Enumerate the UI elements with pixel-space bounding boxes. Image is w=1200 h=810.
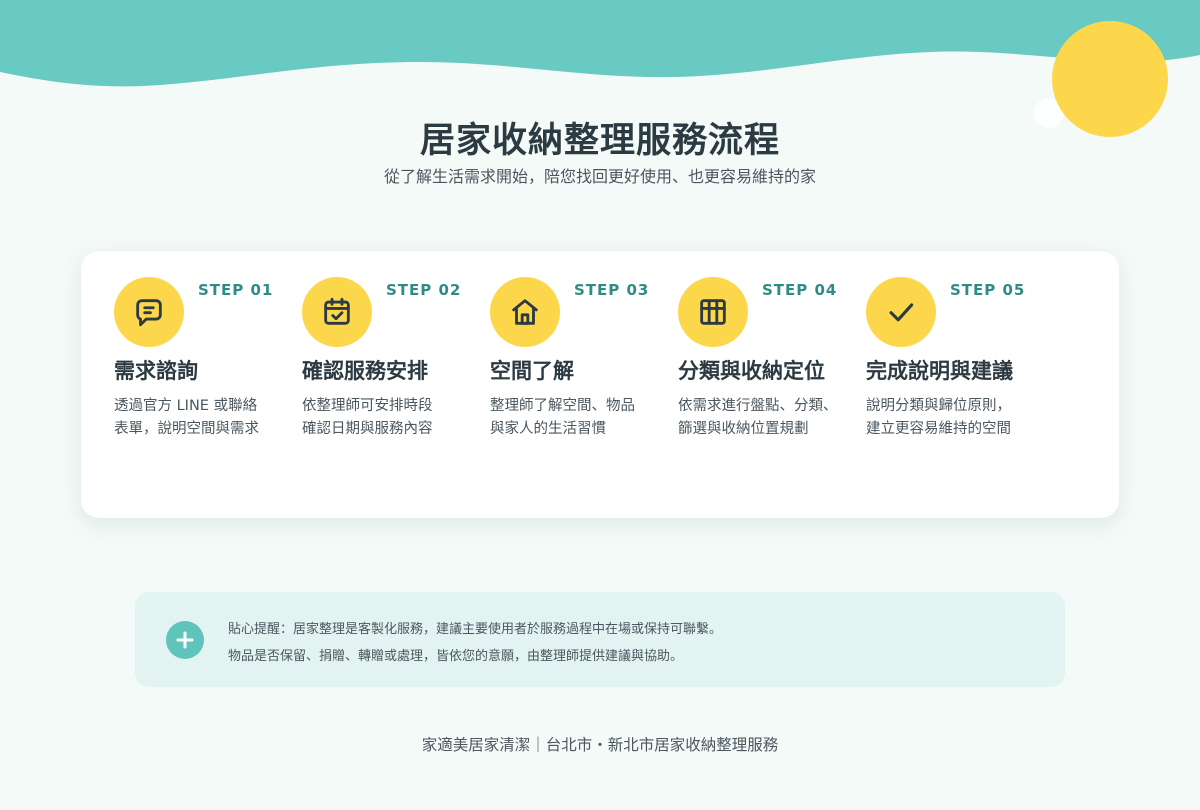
notice-line-1: 貼心提醒：居家整理是客製化服務，建議主要使用者於服務過程中在場或保持可聯繫。	[228, 622, 723, 637]
step-title: 分類與收納定位	[678, 359, 825, 383]
header-wave	[0, 0, 1200, 87]
checkmark-icon	[866, 277, 936, 347]
page-title: 居家收納整理服務流程	[419, 121, 780, 161]
step-title: 需求諮詢	[114, 359, 198, 383]
step-description: 透過官方 LINE 或聯絡 表單，說明空間與需求	[114, 398, 259, 437]
steps-card: STEP 01 需求諮詢 透過官方 LINE 或聯絡 表單，說明空間與需求 ST…	[81, 251, 1119, 518]
step-3: STEP 03 空間了解 整理師了解空間、物品 與家人的生活習慣	[457, 251, 648, 518]
footer-text: 家適美居家清潔｜台北市・新北市居家收納整理服務	[421, 736, 779, 754]
reminder-notice: 貼心提醒：居家整理是客製化服務，建議主要使用者於服務過程中在場或保持可聯繫。 物…	[135, 592, 1065, 687]
page-subtitle: 從了解生活需求開始，陪您找回更好使用、也更容易維持的家	[383, 167, 816, 186]
step-number: STEP 03	[574, 281, 650, 299]
step-2: STEP 02 確認服務安排 依整理師可安排時段 確認日期與服務內容	[269, 251, 460, 518]
step-description: 依整理師可安排時段 確認日期與服務內容	[302, 398, 433, 437]
step-description: 整理師了解空間、物品 與家人的生活習慣	[490, 398, 635, 437]
chat-bubble-icon	[114, 277, 184, 347]
step-number: STEP 02	[386, 281, 462, 299]
step-title: 空間了解	[490, 359, 574, 383]
step-1: STEP 01 需求諮詢 透過官方 LINE 或聯絡 表單，說明空間與需求	[81, 251, 272, 518]
step-4: STEP 04 分類與收納定位 依需求進行盤點、分類、 篩選與收納位置規劃	[645, 251, 838, 518]
step-description: 說明分類與歸位原則， 建立更容易維持的空間	[866, 398, 1011, 437]
step-title: 完成說明與建議	[866, 359, 1013, 383]
plus-icon	[166, 621, 204, 659]
grid-icon	[678, 277, 748, 347]
step-number: STEP 04	[762, 281, 838, 299]
notice-line-2: 物品是否保留、捐贈、轉贈或處理，皆依您的意願，由整理師提供建議與協助。	[228, 649, 684, 664]
step-title: 確認服務安排	[302, 359, 428, 383]
step-description: 依需求進行盤點、分類、 篩選與收納位置規劃	[678, 398, 838, 437]
calendar-check-icon	[302, 277, 372, 347]
step-number: STEP 05	[950, 281, 1026, 299]
home-icon	[490, 277, 560, 347]
step-5: STEP 05 完成說明與建議 說明分類與歸位原則， 建立更容易維持的空間	[833, 251, 1024, 518]
step-number: STEP 01	[198, 281, 274, 299]
